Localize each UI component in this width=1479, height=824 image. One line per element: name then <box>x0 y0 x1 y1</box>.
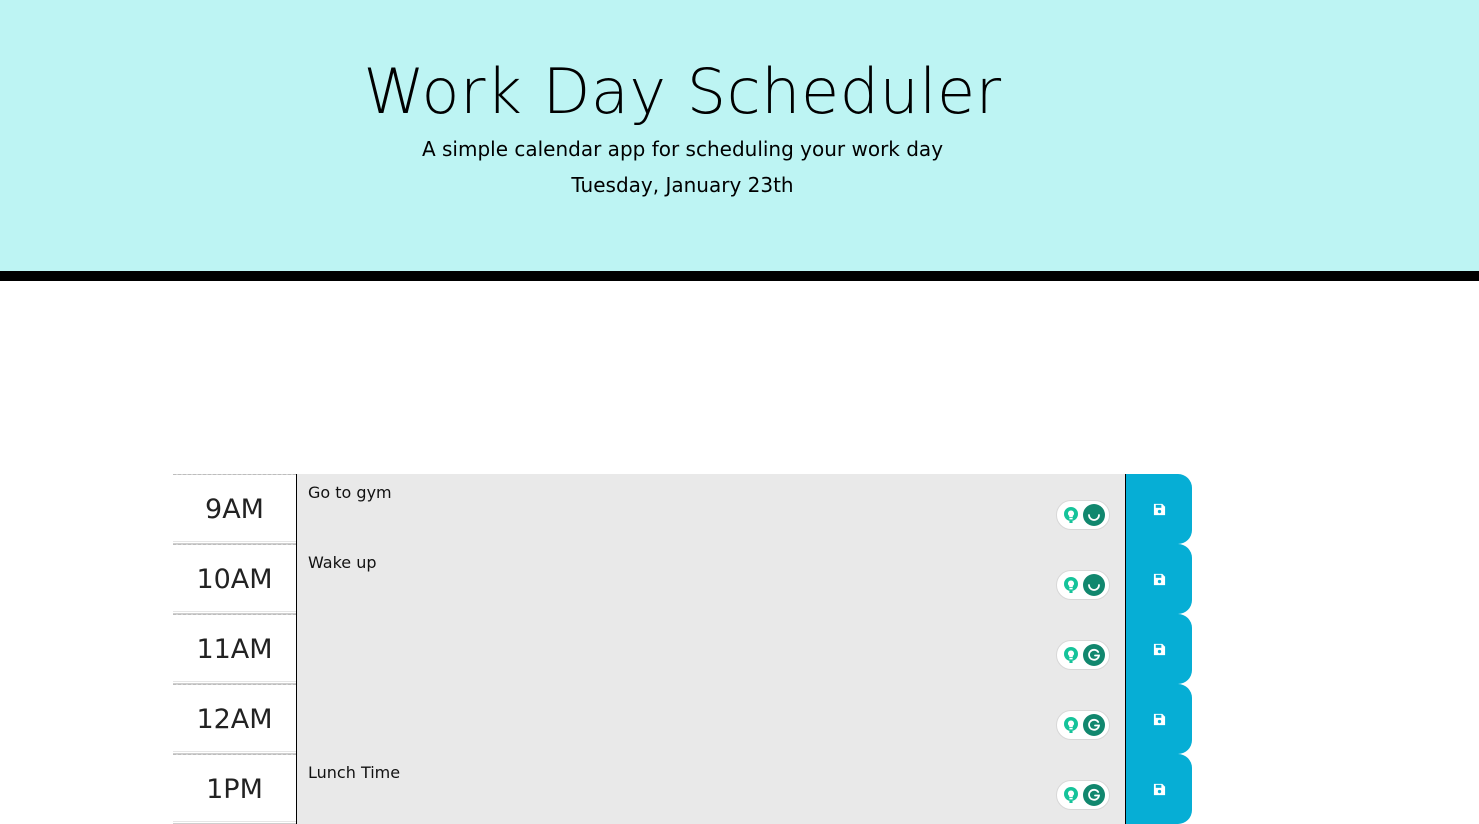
jumbotron-header: Work Day Scheduler A simple calendar app… <box>0 0 1479 281</box>
description-textarea[interactable]: Wake up <box>296 544 1126 614</box>
grammarly-icon[interactable] <box>1083 504 1105 526</box>
save-button[interactable] <box>1126 754 1192 824</box>
lightbulb-icon[interactable] <box>1061 645 1081 665</box>
save-button[interactable] <box>1126 544 1192 614</box>
floppy-disk-icon <box>1153 573 1165 585</box>
lightbulb-icon[interactable] <box>1061 785 1081 805</box>
grammarly-icon[interactable] <box>1083 644 1105 666</box>
page-title: Work Day Scheduler <box>363 55 1002 128</box>
grammarly-widget[interactable] <box>1056 710 1110 740</box>
lightbulb-icon[interactable] <box>1061 575 1081 595</box>
time-block-row: 1PM Lunch Time <box>173 754 1192 824</box>
page-subtitle: A simple calendar app for scheduling you… <box>421 137 944 161</box>
grammarly-widget[interactable] <box>1056 500 1110 530</box>
grammarly-widget[interactable] <box>1056 780 1110 810</box>
hour-label: 12AM <box>173 684 296 754</box>
hour-label: 9AM <box>173 474 296 544</box>
description-text: Wake up <box>308 553 377 572</box>
grammarly-icon[interactable] <box>1083 574 1105 596</box>
description-textarea[interactable]: Go to gym <box>296 474 1126 544</box>
grammarly-icon[interactable] <box>1083 784 1105 806</box>
description-text: Go to gym <box>308 483 392 502</box>
save-button[interactable] <box>1126 474 1192 544</box>
grammarly-widget[interactable] <box>1056 640 1110 670</box>
floppy-disk-icon <box>1153 643 1165 655</box>
scheduler-container: 9AM Go to gym 10AM Wake up 11AM 12AM 1PM… <box>173 474 1192 824</box>
floppy-disk-icon <box>1153 713 1165 725</box>
description-text: Lunch Time <box>308 763 401 782</box>
time-block-row: 9AM Go to gym <box>173 474 1192 544</box>
floppy-disk-icon <box>1153 503 1165 515</box>
hour-label: 10AM <box>173 544 296 614</box>
description-textarea[interactable] <box>296 684 1126 754</box>
floppy-disk-icon <box>1153 783 1165 795</box>
save-button[interactable] <box>1126 614 1192 684</box>
time-block-row: 10AM Wake up <box>173 544 1192 614</box>
hour-label: 1PM <box>173 754 296 824</box>
grammarly-widget[interactable] <box>1056 570 1110 600</box>
lightbulb-icon[interactable] <box>1061 505 1081 525</box>
current-day: Tuesday, January 23th <box>571 173 794 197</box>
time-block-row: 12AM <box>173 684 1192 754</box>
description-textarea[interactable] <box>296 614 1126 684</box>
lightbulb-icon[interactable] <box>1061 715 1081 735</box>
hour-label: 11AM <box>173 614 296 684</box>
grammarly-icon[interactable] <box>1083 714 1105 736</box>
time-block-row: 11AM <box>173 614 1192 684</box>
description-textarea[interactable]: Lunch Time <box>296 754 1126 824</box>
save-button[interactable] <box>1126 684 1192 754</box>
